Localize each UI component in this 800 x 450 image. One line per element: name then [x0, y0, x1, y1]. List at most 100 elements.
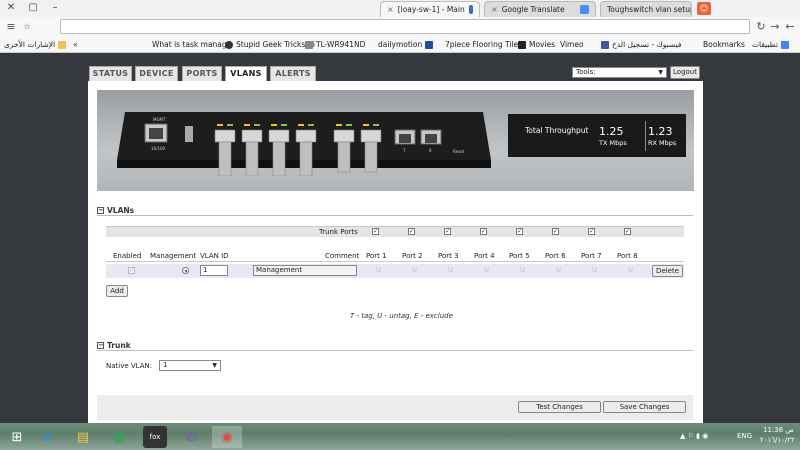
vlan-id-input[interactable]: 1 — [200, 265, 228, 276]
col-port-6: Port 6 — [545, 252, 566, 260]
rx-unit: RX Mbps — [648, 139, 677, 147]
bookmark-stupid-geek[interactable]: Stupid Geek Tricks: 6 — [225, 39, 315, 51]
collapse-icon[interactable]: − — [97, 341, 104, 349]
folder-icon — [58, 41, 67, 49]
bookmark-label: تطبيقات — [752, 40, 778, 49]
language-indicator[interactable]: ENG — [737, 432, 752, 440]
tab-status[interactable]: STATUS — [89, 66, 132, 81]
tab-alerts[interactable]: ALERTS — [270, 66, 316, 81]
native-vlan-select[interactable]: 1 ▼ — [159, 360, 221, 371]
bookmark-dailymotion[interactable]: dailymotion — [378, 39, 434, 51]
port-6-mode[interactable]: U — [556, 266, 561, 274]
tab-ports[interactable]: PORTS — [182, 66, 222, 81]
vlan-comment-value: Management — [256, 266, 303, 274]
clock-time[interactable]: 11:36 ص — [763, 426, 794, 434]
amazon-icon — [518, 41, 526, 49]
store-icon[interactable]: ▦ — [104, 426, 134, 448]
window-maximize-button[interactable]: ▢ — [22, 0, 44, 16]
test-changes-button[interactable]: Test Changes — [518, 401, 601, 413]
browser-user-icon[interactable]: ☺ — [697, 2, 711, 15]
reset-label: Reset — [453, 149, 465, 154]
bookmarks-more[interactable]: « — [73, 39, 78, 51]
trunk-port-2-checkbox[interactable]: ✓ — [408, 228, 415, 235]
col-enabled: Enabled — [113, 252, 142, 260]
chevron-down-icon: ▼ — [212, 362, 217, 369]
windows-start-icon[interactable]: ⊞ — [2, 426, 32, 448]
google-translate-icon — [580, 5, 589, 14]
other-bookmarks[interactable]: الإشارات الأخرى — [4, 39, 67, 51]
chrome-icon[interactable]: ◉ — [212, 426, 242, 448]
vlans-section-header[interactable]: − VLANs — [97, 205, 134, 215]
bookmark-label: Stupid Geek Tricks: 6 — [236, 40, 315, 49]
port-3-mode[interactable]: U — [448, 266, 453, 274]
table-row — [106, 264, 684, 278]
tab-close-icon[interactable]: × — [491, 3, 498, 17]
bookmark-facebook[interactable]: فيسبوك - تسجيل الدخ — [601, 39, 681, 51]
col-comment: Comment — [325, 252, 360, 260]
system-tray-icons[interactable]: ▲ ⚐ ▮ ◉ — [680, 432, 708, 440]
vlan-enabled-checkbox[interactable]: ✓ — [128, 267, 135, 274]
star-icon[interactable]: ☆ — [20, 19, 34, 34]
bookmark-tl-wr941nd[interactable]: TL-WR941ND — [305, 39, 365, 51]
port-4-mode[interactable]: U — [484, 266, 489, 274]
throughput-divider — [645, 121, 646, 151]
page-icon — [305, 41, 313, 49]
delete-vlan-button[interactable]: Delete — [652, 265, 683, 277]
vlan-management-radio[interactable] — [182, 267, 189, 274]
bookmark-task-manager[interactable]: What is task manage — [152, 39, 231, 51]
vlans-section-title: VLANs — [107, 205, 135, 215]
viber-icon[interactable]: ✆ — [176, 426, 206, 448]
menu-icon[interactable]: ≡ — [4, 19, 18, 34]
bookmark-label: TL-WR941ND — [316, 40, 366, 49]
forward-icon[interactable]: → — [768, 19, 782, 34]
col-port-7: Port 7 — [581, 252, 602, 260]
browser-tab-main[interactable]: × [loay-sw-1] - Main — [380, 1, 480, 17]
tab-close-icon[interactable]: × — [387, 3, 394, 17]
back-icon[interactable]: ← — [783, 19, 797, 34]
bookmark-movies[interactable]: Movies — [518, 39, 555, 51]
port-1-mode[interactable]: U — [376, 266, 381, 274]
tab-device[interactable]: DEVICE — [135, 66, 178, 81]
trunk-port-7-checkbox[interactable]: ✓ — [588, 228, 595, 235]
bookmark-label: Vimeo — [560, 40, 584, 49]
bookmarks-bar: الإشارات الأخرى « What is task manage St… — [0, 37, 800, 53]
browser-tab-translate[interactable]: × Google Translate — [484, 1, 596, 17]
port-5-mode[interactable]: U — [520, 266, 525, 274]
save-changes-button[interactable]: Save Changes — [603, 401, 686, 413]
geek-icon — [225, 41, 233, 49]
vlan-id-value: 1 — [203, 266, 208, 274]
collapse-icon[interactable]: − — [97, 206, 104, 214]
reload-icon[interactable]: ↻ — [754, 19, 768, 34]
address-bar[interactable] — [60, 19, 750, 34]
trunk-section-header[interactable]: − Trunk — [97, 340, 131, 350]
port-7-mode[interactable]: U — [592, 266, 597, 274]
port-2-mode[interactable]: U — [412, 266, 417, 274]
window-close-button[interactable]: ✕ — [0, 0, 22, 16]
bookmark-label: فيسبوك - تسجيل الدخ — [612, 40, 682, 49]
bookmark-apps[interactable]: تطبيقات — [752, 39, 789, 51]
tab-vlans[interactable]: VLANS — [225, 66, 267, 82]
bookmark-bookmarks[interactable]: Bookmarks — [703, 39, 745, 51]
trunk-port-3-checkbox[interactable]: ✓ — [444, 228, 451, 235]
bookmark-flooring[interactable]: 7piece Flooring Tile a — [445, 39, 525, 51]
col-port-1: Port 1 — [366, 252, 387, 260]
clock-date[interactable]: ٢٠١٦/١٠/٢٢ — [760, 436, 795, 444]
add-vlan-button[interactable]: Add — [106, 285, 128, 297]
throughput-title: Total Throughput — [525, 126, 589, 135]
tools-dropdown[interactable]: Tools: ▼ — [572, 67, 667, 78]
logout-button[interactable]: Logout — [670, 66, 700, 79]
fox-app-icon[interactable]: fox — [143, 426, 167, 448]
port-8-mode[interactable]: U — [628, 266, 633, 274]
trunk-port-1-checkbox[interactable]: ✓ — [372, 228, 379, 235]
vlan-comment-input[interactable]: Management — [253, 265, 357, 276]
trunk-port-5-checkbox[interactable]: ✓ — [516, 228, 523, 235]
trunk-port-6-checkbox[interactable]: ✓ — [552, 228, 559, 235]
trunk-port-8-checkbox[interactable]: ✓ — [624, 228, 631, 235]
bookmark-vimeo[interactable]: Vimeo — [560, 39, 584, 51]
bookmark-label: dailymotion — [378, 40, 423, 49]
window-minimize-button[interactable]: – — [44, 0, 66, 16]
browser-tab-toughswitch[interactable]: Toughswitch vlan setup — [600, 1, 692, 17]
file-explorer-icon[interactable]: ▤ — [68, 426, 98, 448]
internet-explorer-icon[interactable]: e — [32, 426, 62, 448]
trunk-port-4-checkbox[interactable]: ✓ — [480, 228, 487, 235]
